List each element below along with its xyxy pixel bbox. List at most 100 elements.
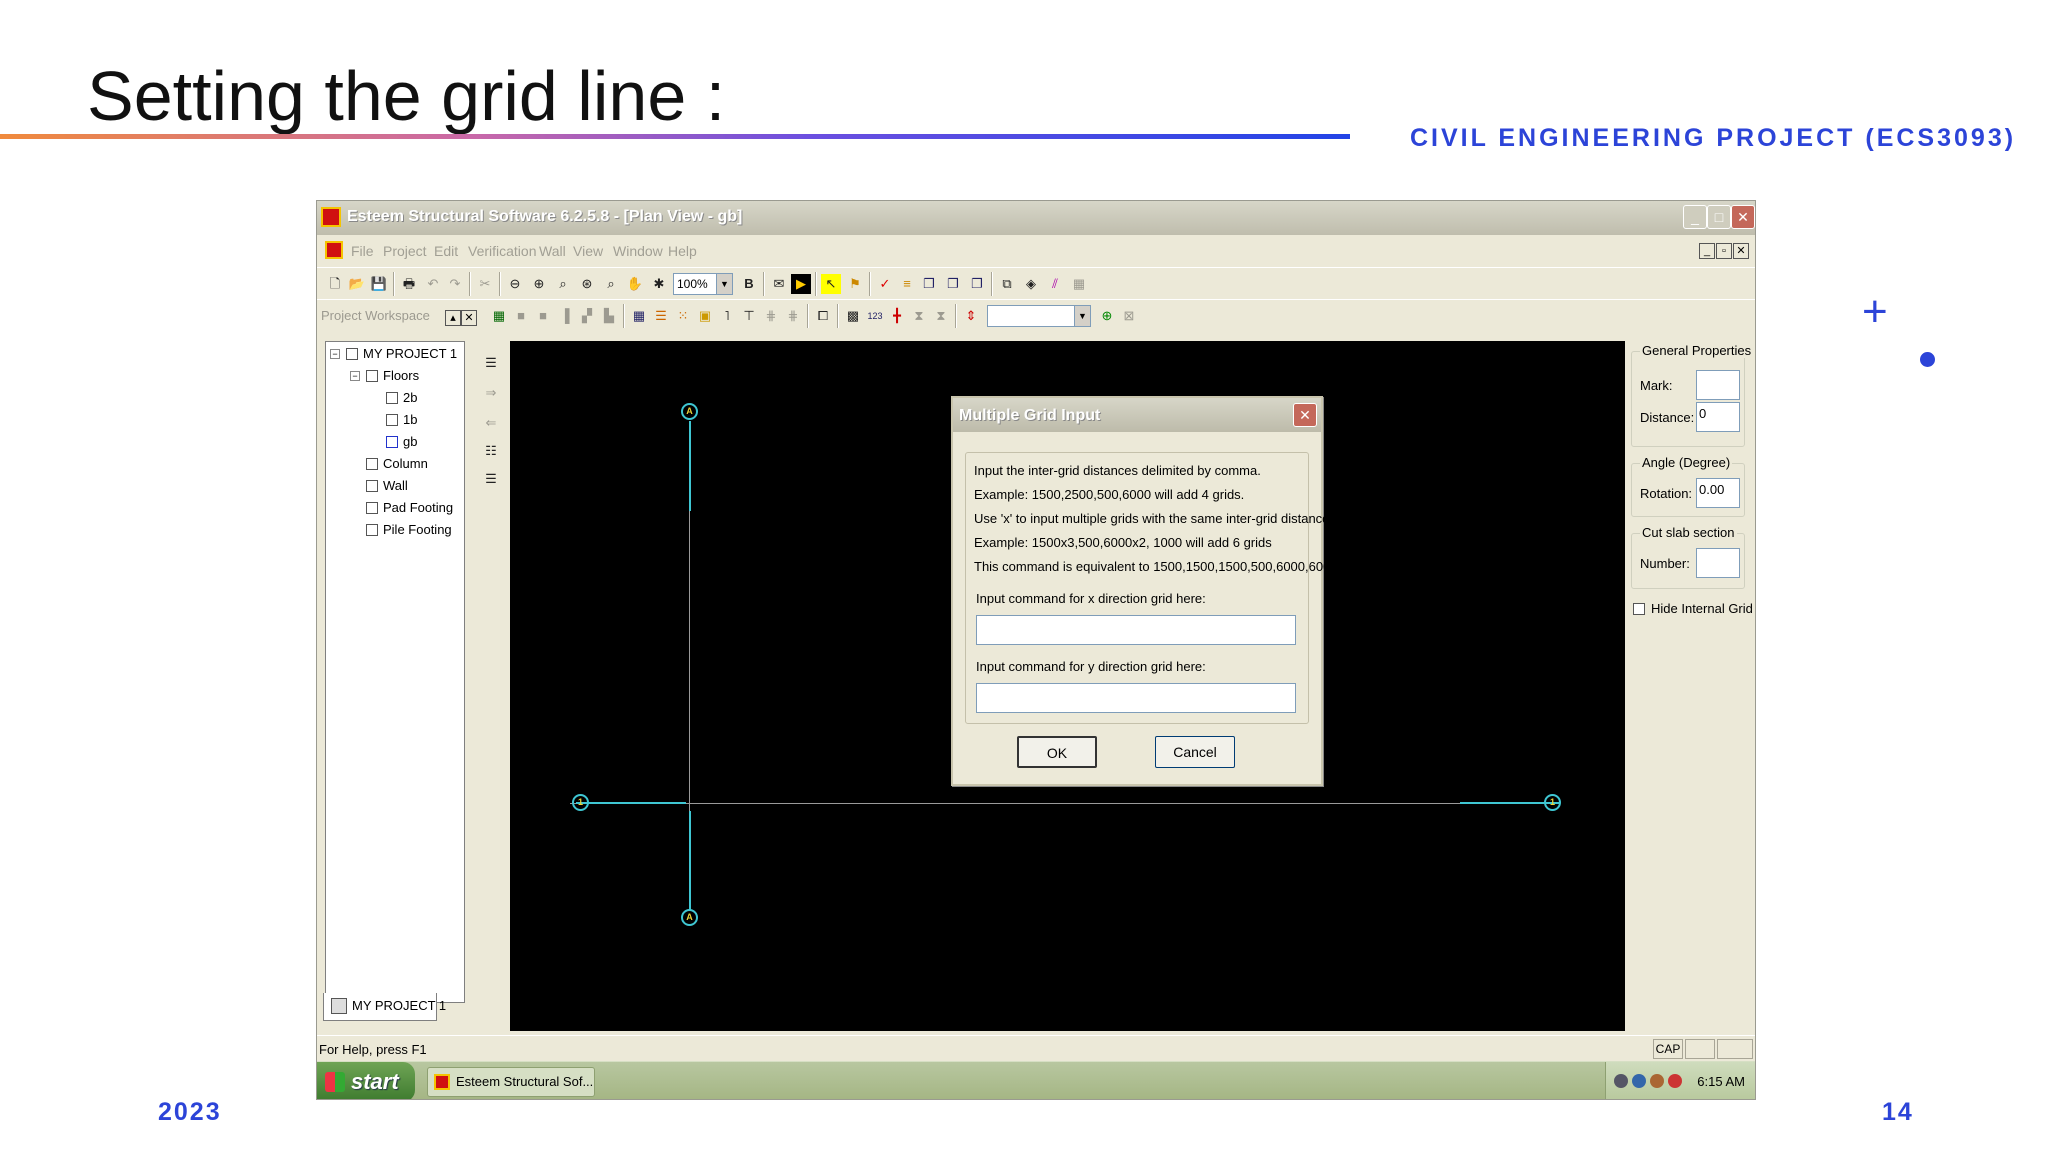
tray-network-icon[interactable] bbox=[1632, 1074, 1646, 1088]
tee-icon[interactable]: ⊤ bbox=[739, 306, 759, 326]
zoom-window-icon[interactable]: ⌕ bbox=[553, 274, 573, 294]
tree-item-pad-footing[interactable]: Pad Footing bbox=[366, 500, 453, 516]
rotation-input[interactable]: 0.00 bbox=[1696, 478, 1740, 508]
beam-icon[interactable]: ■ bbox=[511, 306, 531, 326]
tree-item-pile-footing[interactable]: Pile Footing bbox=[366, 522, 452, 538]
flag-icon[interactable]: ⚑ bbox=[845, 274, 865, 294]
floor-icon[interactable]: ▦ bbox=[489, 306, 509, 326]
window-icon[interactable]: ⧉ bbox=[997, 274, 1017, 294]
mark-input[interactable] bbox=[1696, 370, 1740, 400]
list-bullet-icon[interactable]: ☷ bbox=[481, 441, 501, 461]
checkbox[interactable] bbox=[386, 414, 398, 426]
arrow-left-icon[interactable]: ⇐ bbox=[481, 413, 501, 433]
checkbox[interactable] bbox=[386, 392, 398, 404]
collapse-icon[interactable]: − bbox=[350, 371, 360, 381]
document-icon[interactable] bbox=[325, 241, 343, 259]
tree-item-floor-gb[interactable]: gb bbox=[386, 434, 417, 450]
tree-item-project[interactable]: MY PROJECT 1 bbox=[346, 346, 457, 362]
dots-icon[interactable]: ⁙ bbox=[673, 306, 693, 326]
lines-icon[interactable]: ⫽ bbox=[1045, 274, 1065, 294]
y-direction-input[interactable] bbox=[976, 683, 1296, 713]
x-direction-input[interactable] bbox=[976, 615, 1296, 645]
tray-user-icon[interactable] bbox=[1650, 1074, 1664, 1088]
checkbox[interactable] bbox=[366, 458, 378, 470]
checkbox[interactable] bbox=[386, 436, 398, 448]
minimize-button[interactable]: _ bbox=[1683, 205, 1707, 229]
print-icon[interactable]: 🖶 bbox=[399, 274, 419, 294]
workspace-close-button[interactable]: ✕ bbox=[461, 310, 477, 326]
layer-select[interactable]: ▼ bbox=[987, 305, 1091, 327]
stack-icon[interactable]: ☰ bbox=[651, 306, 671, 326]
list-icon[interactable]: ≡ bbox=[897, 274, 917, 294]
ok-button[interactable]: OK bbox=[1017, 736, 1097, 768]
menu-view[interactable]: View bbox=[573, 243, 603, 259]
distance-input[interactable]: 0 bbox=[1696, 402, 1740, 432]
checkbox[interactable] bbox=[346, 348, 358, 360]
checkbox[interactable] bbox=[366, 524, 378, 536]
number-input[interactable] bbox=[1696, 548, 1740, 578]
close-icon[interactable]: ✕ bbox=[1293, 403, 1317, 427]
bold-icon[interactable]: B bbox=[739, 274, 759, 294]
add-grid-icon[interactable]: ╋ bbox=[887, 306, 907, 326]
maximize-button[interactable]: □ bbox=[1707, 205, 1731, 229]
copy3-icon[interactable]: ❐ bbox=[967, 274, 987, 294]
corner-icon[interactable]: ˥ bbox=[717, 306, 737, 326]
wall-icon[interactable]: ▞ bbox=[577, 306, 597, 326]
check-icon[interactable]: ✓ bbox=[875, 274, 895, 294]
menu-help[interactable]: Help bbox=[668, 243, 697, 259]
taskbar-app-button[interactable]: Esteem Structural Sof... bbox=[427, 1067, 595, 1097]
updown-icon[interactable]: ⇕ bbox=[961, 306, 981, 326]
mdi-close-button[interactable]: ✕ bbox=[1733, 243, 1749, 259]
tray-volume-icon[interactable] bbox=[1614, 1074, 1628, 1088]
grid-setup-icon[interactable]: ▩ bbox=[843, 306, 863, 326]
title-bar[interactable]: Esteem Structural Software 6.2.5.8 - [Pl… bbox=[317, 201, 1755, 235]
arrow-right-icon[interactable]: ⇒ bbox=[481, 383, 501, 403]
mdi-restore-button[interactable]: ▫ bbox=[1716, 243, 1732, 259]
zoom-previous-icon[interactable]: ⌕ bbox=[601, 274, 621, 294]
mail-icon[interactable]: ✉ bbox=[769, 274, 789, 294]
grid-bubble-1-left[interactable]: 1 bbox=[572, 794, 589, 811]
slab-icon[interactable]: ■ bbox=[533, 306, 553, 326]
workspace-tab[interactable]: MY PROJECT 1 bbox=[323, 993, 446, 1021]
undo-icon[interactable]: ↶ bbox=[423, 274, 443, 294]
redraw-icon[interactable]: ✱ bbox=[649, 274, 669, 294]
cancel-button[interactable]: Cancel bbox=[1155, 736, 1235, 768]
grid-bubble-a-top[interactable]: A bbox=[681, 403, 698, 420]
save-icon[interactable]: 💾 bbox=[369, 274, 389, 294]
menu-wall[interactable]: Wall bbox=[539, 243, 566, 259]
checkbox[interactable] bbox=[366, 480, 378, 492]
open-icon[interactable]: 📂 bbox=[347, 274, 367, 294]
table-icon[interactable]: ▦ bbox=[629, 306, 649, 326]
grid-bubble-1-right[interactable]: 1 bbox=[1544, 794, 1561, 811]
list-number-icon[interactable]: ☰ bbox=[481, 469, 501, 489]
workspace-dock-button[interactable]: ▴ bbox=[445, 310, 461, 326]
close-button[interactable]: ✕ bbox=[1731, 205, 1755, 229]
copy2-icon[interactable]: ❐ bbox=[943, 274, 963, 294]
grid-lines2-icon[interactable]: ⋕ bbox=[783, 306, 803, 326]
grid-icon[interactable]: ▦ bbox=[1069, 274, 1089, 294]
zoom-in-icon[interactable]: ⊕ bbox=[529, 274, 549, 294]
zoom-extents-icon[interactable]: ⊛ bbox=[577, 274, 597, 294]
select-icon[interactable]: ↖ bbox=[821, 274, 841, 294]
tray-shield-icon[interactable] bbox=[1668, 1074, 1682, 1088]
hourglass2-icon[interactable]: ⧗ bbox=[931, 306, 951, 326]
collapse-icon[interactable]: − bbox=[330, 349, 340, 359]
menu-file[interactable]: File bbox=[351, 243, 374, 259]
checkbox[interactable] bbox=[366, 502, 378, 514]
tree-item-column[interactable]: Column bbox=[366, 456, 428, 472]
play-icon[interactable]: ▶ bbox=[791, 274, 811, 294]
mdi-minimize-button[interactable]: _ bbox=[1699, 243, 1715, 259]
zoom-select[interactable]: 100% ▼ bbox=[673, 273, 733, 295]
new-icon[interactable]: 🗋 bbox=[325, 274, 345, 294]
node-icon[interactable]: ⊕ bbox=[1097, 306, 1117, 326]
tree-item-wall[interactable]: Wall bbox=[366, 478, 408, 494]
redo-icon[interactable]: ↷ bbox=[445, 274, 465, 294]
cut-icon[interactable]: ✂ bbox=[475, 274, 495, 294]
tree-item-floor-2b[interactable]: 2b bbox=[386, 390, 417, 406]
hide-internal-grid-checkbox[interactable] bbox=[1633, 603, 1645, 615]
frame-icon[interactable]: ⧠ bbox=[813, 306, 833, 326]
chevron-down-icon[interactable]: ▼ bbox=[1074, 306, 1090, 326]
copy-icon[interactable]: ❐ bbox=[919, 274, 939, 294]
align-icon[interactable]: ☰ bbox=[481, 353, 501, 373]
hourglass-icon[interactable]: ⧗ bbox=[909, 306, 929, 326]
